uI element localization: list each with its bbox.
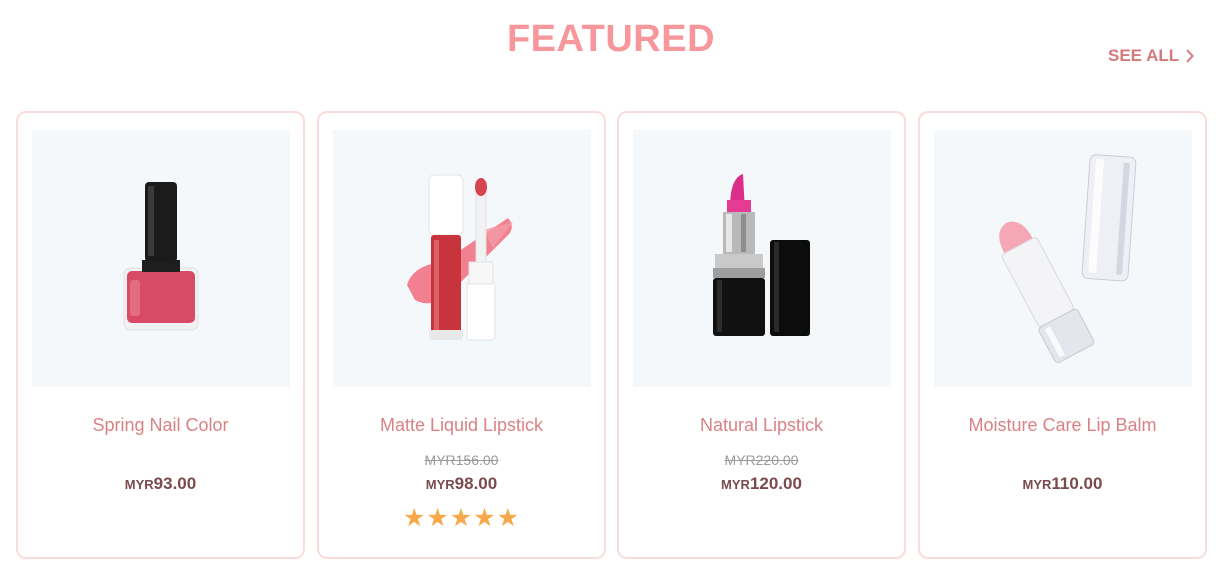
product-price: MYR120.00	[619, 474, 904, 494]
lipstick-image[interactable]	[633, 130, 891, 387]
product-price: MYR98.00	[319, 474, 604, 494]
see-all-label: SEE ALL	[1108, 46, 1180, 65]
price-value: 120.00	[749, 474, 802, 493]
rating-stars: ★★★★★	[402, 503, 521, 532]
original-price: MYR156.00	[424, 452, 499, 468]
currency-label: MYR	[124, 477, 154, 492]
product-card-matte-liquid-lipstick[interactable]: Matte Liquid Lipstick MYR156.00 MYR98.00…	[317, 111, 606, 559]
product-card-spring-nail-color[interactable]: Spring Nail Color MYR93.00	[16, 111, 305, 559]
price-value: 98.00	[454, 474, 498, 493]
nail-polish-image[interactable]	[32, 130, 290, 387]
product-price: MYR93.00	[18, 474, 303, 494]
lip-balm-image[interactable]	[934, 130, 1192, 387]
product-card-natural-lipstick[interactable]: Natural Lipstick MYR220.00 MYR120.00	[617, 111, 906, 559]
currency-label: MYR	[425, 477, 455, 492]
price-value: 110.00	[1051, 474, 1103, 493]
see-all-link[interactable]: SEE ALL	[1108, 46, 1195, 66]
currency-label: MYR	[1022, 477, 1052, 492]
product-name[interactable]: Natural Lipstick	[619, 415, 904, 436]
chevron-right-icon	[1185, 49, 1195, 63]
original-price: MYR220.00	[724, 452, 799, 468]
product-name[interactable]: Matte Liquid Lipstick	[319, 415, 604, 436]
product-name[interactable]: Moisture Care Lip Balm	[920, 415, 1205, 436]
price-value: 93.00	[153, 474, 197, 493]
liquid-lipstick-image[interactable]	[333, 130, 591, 387]
product-price: MYR110.00	[920, 474, 1205, 494]
product-name[interactable]: Spring Nail Color	[18, 415, 303, 436]
currency-label: MYR	[721, 477, 750, 492]
section-title: FEATURED	[506, 18, 716, 60]
product-card-moisture-care-lip-balm[interactable]: Moisture Care Lip Balm MYR110.00	[918, 111, 1207, 559]
